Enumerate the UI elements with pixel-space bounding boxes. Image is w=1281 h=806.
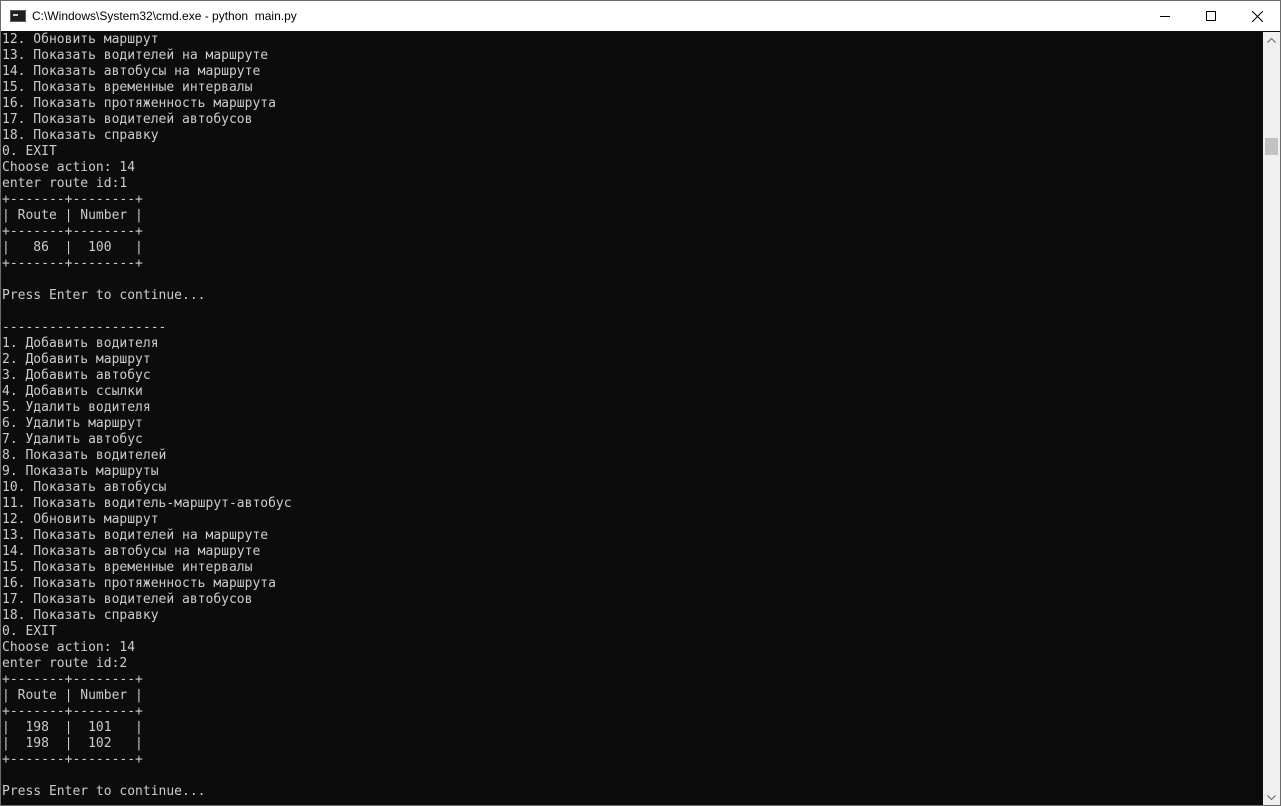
- console-line: Press Enter to continue...: [2, 288, 206, 303]
- chevron-down-icon: [1267, 795, 1276, 800]
- console-line: | Route | Number |: [2, 688, 143, 703]
- maximize-button[interactable]: [1188, 1, 1234, 31]
- console-line: +-------+--------+: [2, 672, 143, 687]
- window-controls: [1142, 1, 1280, 31]
- scroll-up-button[interactable]: [1263, 32, 1280, 49]
- console-line: 18. Показать справку: [2, 128, 159, 143]
- console-line: +-------+--------+: [2, 224, 143, 239]
- console-line: 11. Показать водитель-маршрут-автобус: [2, 496, 292, 511]
- console-line: | 198 | 102 |: [2, 736, 143, 751]
- maximize-icon: [1206, 11, 1216, 21]
- console-line: +-------+--------+: [2, 752, 143, 767]
- console-line: 14. Показать автобусы на маршруте: [2, 64, 261, 79]
- console-line: Choose action: 14: [2, 160, 136, 175]
- console-line: | 198 | 101 |: [2, 720, 143, 735]
- console-line: 10. Показать автобусы: [2, 480, 167, 495]
- window-title: C:\Windows\System32\cmd.exe - python mai…: [32, 9, 297, 23]
- close-button[interactable]: [1234, 1, 1280, 31]
- console-line: 14. Показать автобусы на маршруте: [2, 544, 261, 559]
- console-line: enter route id:2: [2, 656, 128, 671]
- console-line: | 86 | 100 |: [2, 240, 143, 255]
- console-line: 13. Показать водителей на маршруте: [2, 528, 269, 543]
- console-line: ---------------------: [2, 320, 167, 335]
- minimize-button[interactable]: [1142, 1, 1188, 31]
- console-line: +-------+--------+: [2, 192, 143, 207]
- console-line: Press Enter to continue...: [2, 784, 206, 799]
- console-line: 4. Добавить ссылки: [2, 384, 143, 399]
- console-line: enter route id:1: [2, 176, 128, 191]
- scroll-down-button[interactable]: [1263, 789, 1280, 805]
- console-line: 15. Показать временные интервалы: [2, 80, 253, 95]
- console-line: 12. Обновить маршрут: [2, 512, 159, 527]
- console-line: 17. Показать водителей автобусов: [2, 592, 253, 607]
- console-line: 8. Показать водителей: [2, 448, 167, 463]
- console-line: 6. Удалить маршрут: [2, 416, 143, 431]
- console-line: Choose action: 14: [2, 640, 136, 655]
- minimize-icon: [1160, 16, 1170, 17]
- console-line: 1. Добавить водителя: [2, 336, 159, 351]
- console-line: 16. Показать протяженность маршрута: [2, 576, 276, 591]
- cmd-icon[interactable]: [10, 10, 26, 22]
- cmd-window: C:\Windows\System32\cmd.exe - python mai…: [0, 0, 1281, 806]
- scroll-thumb[interactable]: [1265, 138, 1278, 155]
- vertical-scrollbar[interactable]: [1263, 32, 1280, 805]
- console-line: 2. Добавить маршрут: [2, 352, 151, 367]
- console-line: 15. Показать временные интервалы: [2, 560, 253, 575]
- console-line: 18. Показать справку: [2, 608, 159, 623]
- console-line: 13. Показать водителей на маршруте: [2, 48, 269, 63]
- close-icon: [1251, 10, 1263, 22]
- console-line: 0. EXIT: [2, 144, 57, 159]
- console-line: 9. Показать маршруты: [2, 464, 159, 479]
- console-line: 5. Удалить водителя: [2, 400, 151, 415]
- title-bar[interactable]: C:\Windows\System32\cmd.exe - python mai…: [1, 1, 1280, 31]
- console-line: 3. Добавить автобус: [2, 368, 151, 383]
- chevron-up-icon: [1267, 38, 1276, 43]
- console-line: | Route | Number |: [2, 208, 143, 223]
- console-line: 17. Показать водителей автобусов: [2, 112, 253, 127]
- console-line: 16. Показать протяженность маршрута: [2, 96, 276, 111]
- console-output[interactable]: 12. Обновить маршрут 13. Показать водител…: [1, 32, 1263, 805]
- console-line: +-------+--------+: [2, 256, 143, 271]
- console-line: 7. Удалить автобус: [2, 432, 143, 447]
- console-line: +-------+--------+: [2, 704, 143, 719]
- console-line: 12. Обновить маршрут: [2, 32, 159, 47]
- console-line: 0. EXIT: [2, 624, 57, 639]
